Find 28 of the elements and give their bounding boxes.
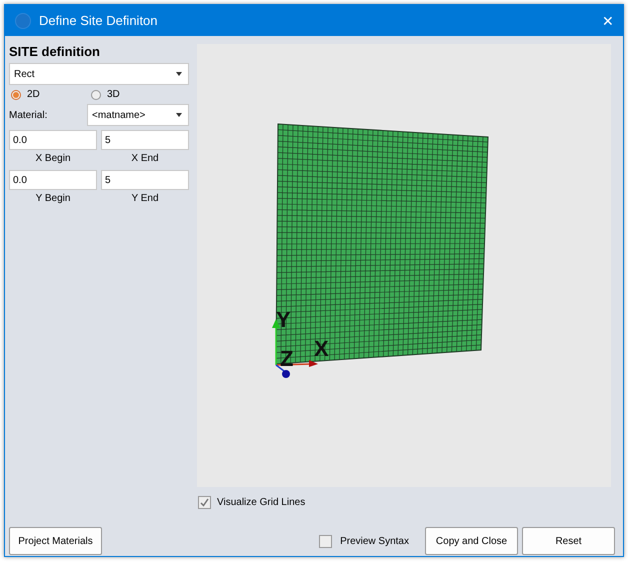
shape-dropdown[interactable]: Rect	[9, 63, 189, 85]
material-label: Material:	[9, 110, 48, 120]
end-field[interactable]: 5	[101, 170, 189, 190]
window-title: Define Site Definiton	[39, 13, 159, 28]
radio-label: 3D	[107, 89, 120, 100]
field-caption: Y Begin	[34, 192, 72, 206]
section-heading: SITE definition	[9, 44, 101, 59]
field-caption: X Begin	[34, 152, 72, 166]
material-dropdown[interactable]: <matname>	[87, 104, 189, 126]
caret-icon	[176, 72, 182, 76]
radio-button[interactable]	[11, 90, 21, 100]
field-caption: Y End	[130, 192, 160, 206]
close-icon[interactable]: ✕	[593, 12, 623, 28]
checkbox-label: Preview Syntax	[340, 536, 409, 546]
begin-field[interactable]: 0.0	[9, 130, 97, 150]
radio-button[interactable]	[91, 90, 101, 100]
end-field[interactable]: 5	[101, 130, 189, 150]
checkbox-label: Visualize Grid Lines	[217, 497, 306, 508]
field-caption: X End	[130, 152, 160, 166]
reset-button[interactable]: Reset	[522, 527, 615, 555]
app-icon	[15, 12, 31, 28]
caret-icon	[176, 113, 182, 117]
checkbox[interactable]	[198, 496, 211, 509]
checkbox[interactable]	[319, 534, 332, 548]
copy-and-close-button[interactable]: Copy and Close	[425, 527, 518, 555]
begin-field[interactable]: 0.0	[9, 170, 97, 190]
radio-label: 2D	[27, 89, 40, 100]
project-materials-button[interactable]: Project Materials	[9, 527, 102, 555]
